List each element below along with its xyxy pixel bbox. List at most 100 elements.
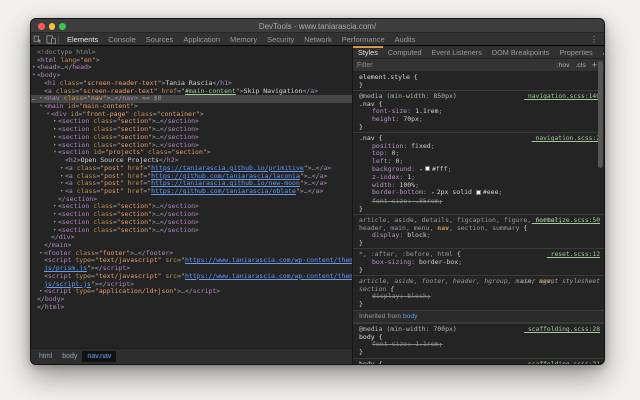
dom-tree-row[interactable]: ▸<a class="post" href="https://taniarasc… xyxy=(31,180,352,188)
expand-shorthand-icon[interactable]: ▸ xyxy=(420,167,423,173)
tab-audits[interactable]: Audits xyxy=(390,33,421,45)
disclosure-arrow-icon[interactable]: ▸ xyxy=(52,211,58,219)
disclosure-arrow-icon[interactable]: ▸ xyxy=(52,118,58,126)
scrollbar-thumb[interactable] xyxy=(598,61,603,168)
dom-tree-row[interactable]: ▾<div id="front-page" class="container"> xyxy=(31,111,352,119)
breadcrumb-item-body[interactable]: body xyxy=(57,351,82,362)
dom-tree-row[interactable]: ▸<section class="section">…</section> xyxy=(31,134,352,142)
dom-tree-row[interactable]: <!doctype html> xyxy=(31,49,352,57)
dom-tree-row[interactable]: ▸<section class="section">…</section> xyxy=(31,142,352,150)
href-link[interactable]: https://taniarascia.github.io/primitive xyxy=(151,165,304,172)
disclosure-arrow-icon[interactable]: ▸ xyxy=(38,95,44,103)
stylesheet-link[interactable]: _reset.scss:12 xyxy=(547,251,600,259)
dom-tree-row[interactable]: ▸<footer class="footer">…</footer> xyxy=(31,250,352,258)
sidebar-tab-accessibility[interactable]: Accessibility xyxy=(598,46,604,58)
more-options-icon[interactable]: ⋮ xyxy=(584,34,604,45)
disclosure-arrow-icon[interactable]: ▾ xyxy=(38,103,44,111)
dom-tree-row[interactable]: <script type="text/javascript" src="http… xyxy=(31,257,352,265)
disclosure-arrow-icon[interactable]: ▸ xyxy=(59,188,65,196)
css-property[interactable]: display: block; xyxy=(359,293,598,301)
dom-tree-row[interactable]: ▸<section class="section">…</section> xyxy=(31,126,352,134)
dom-tree-row[interactable]: js/script.js"></script> xyxy=(31,281,352,289)
dom-tree-row[interactable]: ▸<section class="section">…</section> xyxy=(31,118,352,126)
css-property[interactable]: font-size: .85rem; xyxy=(359,198,598,206)
css-property[interactable]: font-size: 1.1rem; xyxy=(359,341,598,349)
dom-tree-row[interactable]: ▸<section class="section">…</section> xyxy=(31,219,352,227)
dom-tree-row[interactable]: ▸<head>…</head> xyxy=(31,64,352,72)
filter-input[interactable] xyxy=(357,62,554,69)
color-swatch-icon[interactable] xyxy=(476,190,481,195)
href-link[interactable]: #main-content xyxy=(185,88,236,95)
dom-tree-row[interactable]: ▾<main id="main-content"> xyxy=(31,103,352,111)
stylesheet-link[interactable]: _scaffolding.scss:21 xyxy=(524,361,600,364)
href-link[interactable]: https://www.taniarascia.com/wp-content/t… xyxy=(185,273,352,280)
inherited-node-link[interactable]: body xyxy=(403,313,418,320)
disclosure-arrow-icon[interactable]: ▸ xyxy=(38,250,44,258)
href-link[interactable]: https://www.taniarascia.com/wp-content/t… xyxy=(185,257,352,264)
stylesheet-link[interactable]: _normalize.scss:50 xyxy=(532,217,600,225)
dom-tree-row[interactable]: <a class="screen-reader-text" href="#mai… xyxy=(31,88,352,96)
sidebar-tab-dom-breakpoints[interactable]: DOM Breakpoints xyxy=(487,46,555,58)
dom-tree-row[interactable]: ▸<section class="section">…</section> xyxy=(31,211,352,219)
disclosure-arrow-icon[interactable]: ▾ xyxy=(52,149,58,157)
dom-tree-row[interactable]: <html lang="en"> xyxy=(31,57,352,65)
disclosure-arrow-icon[interactable]: ▸ xyxy=(52,219,58,227)
stylesheet-link[interactable]: _navigation.scss:140 xyxy=(524,93,600,101)
href-link[interactable]: https://github.com/taniarascia/laconia xyxy=(151,173,300,180)
tab-security[interactable]: Security xyxy=(262,33,299,45)
disclosure-arrow-icon[interactable]: ▸ xyxy=(59,165,65,173)
sidebar-tab-styles[interactable]: Styles xyxy=(353,46,383,58)
dom-tree-row[interactable]: js/prism.js"></script> xyxy=(31,265,352,273)
dom-tree-row[interactable]: ▾<section id="projects" class="section"> xyxy=(31,149,352,157)
sidebar-tab-computed[interactable]: Computed xyxy=(383,46,427,58)
breadcrumb-item-html[interactable]: html xyxy=(34,351,57,362)
dom-tree-row[interactable]: ▾<body> xyxy=(31,72,352,80)
dom-tree-row[interactable]: </body> xyxy=(31,296,352,304)
title-bar[interactable]: DevTools - www.taniarascia.com/ xyxy=(31,19,604,33)
css-property[interactable]: box-sizing: border-box; xyxy=(359,259,598,267)
tab-elements[interactable]: Elements xyxy=(62,33,103,45)
disclosure-arrow-icon[interactable]: ▾ xyxy=(45,111,51,119)
sidebar-tab-properties[interactable]: Properties xyxy=(554,46,597,58)
tab-application[interactable]: Application xyxy=(178,33,225,45)
dom-tree-row[interactable]: </main> xyxy=(31,242,352,250)
css-selector[interactable]: element.style { xyxy=(359,74,598,82)
css-property[interactable]: display: block; xyxy=(359,232,598,240)
dom-tree[interactable]: <!doctype html><html lang="en">▸<head>…<… xyxy=(31,46,352,348)
disclosure-arrow-icon[interactable]: ▸ xyxy=(59,173,65,181)
tab-network[interactable]: Network xyxy=(299,33,337,45)
expand-shorthand-icon[interactable]: ▸ xyxy=(432,190,435,196)
dom-tree-row[interactable]: ▸<a class="post" href="https://taniarasc… xyxy=(31,165,352,173)
disclosure-arrow-icon[interactable]: ▸ xyxy=(31,64,37,72)
stylesheet-link[interactable]: _scaffolding.scss:28 xyxy=(524,326,600,334)
color-swatch-icon[interactable] xyxy=(425,166,430,171)
dom-tree-row[interactable]: <script type="text/javascript" src="http… xyxy=(31,273,352,281)
disclosure-arrow-icon[interactable]: ▸ xyxy=(52,203,58,211)
sidebar-tab-event-listeners[interactable]: Event Listeners xyxy=(427,46,487,58)
disclosure-arrow-icon[interactable]: ▸ xyxy=(59,180,65,188)
dom-tree-row[interactable]: …▸<nav class="nav">…</nav> == $0 xyxy=(31,95,352,103)
dom-tree-row[interactable]: </html> xyxy=(31,304,352,312)
dom-tree-row[interactable]: ▸<section class="section">…</section> xyxy=(31,203,352,211)
hover-state-button[interactable]: :hov xyxy=(554,62,573,69)
inspect-icon[interactable] xyxy=(31,34,44,45)
href-link[interactable]: https://github.com/taniarascia/oblate xyxy=(151,188,296,195)
href-link[interactable]: js/script.js xyxy=(44,281,91,288)
dom-tree-row[interactable]: ▸<section class="section">…</section> xyxy=(31,227,352,235)
disclosure-arrow-icon[interactable]: ▸ xyxy=(38,288,44,296)
tab-sources[interactable]: Sources xyxy=(141,33,179,45)
dom-tree-row[interactable]: </section> xyxy=(31,196,352,204)
device-toolbar-icon[interactable] xyxy=(44,34,57,45)
dom-tree-row[interactable]: <h1 class="screen-reader-text">Tania Ras… xyxy=(31,80,352,88)
href-link[interactable]: https://taniarascia.github.io/new-moon xyxy=(151,180,300,187)
tab-memory[interactable]: Memory xyxy=(225,33,262,45)
class-toggle-button[interactable]: .cls xyxy=(573,62,589,69)
dom-tree-row[interactable]: </div> xyxy=(31,234,352,242)
tab-performance[interactable]: Performance xyxy=(337,33,390,45)
disclosure-arrow-icon[interactable]: ▸ xyxy=(52,134,58,142)
disclosure-arrow-icon[interactable]: ▸ xyxy=(52,142,58,150)
href-link[interactable]: js/prism.js xyxy=(44,265,87,272)
css-property[interactable]: height: 70px; xyxy=(359,116,598,124)
tab-console[interactable]: Console xyxy=(103,33,141,45)
dom-tree-row[interactable]: ▸<script type="application/ld+json">…</s… xyxy=(31,288,352,296)
